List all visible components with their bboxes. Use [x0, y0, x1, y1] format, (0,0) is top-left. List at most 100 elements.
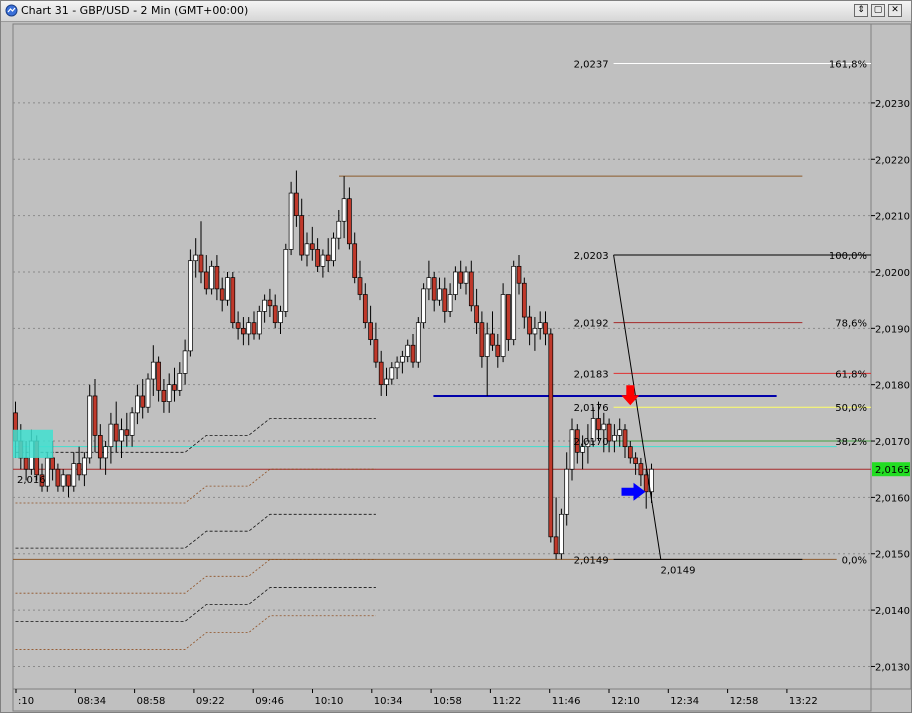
candle-body[interactable] [506, 294, 511, 340]
candle-body[interactable] [283, 249, 289, 312]
candle-body[interactable] [166, 384, 172, 402]
candle-body[interactable] [145, 378, 151, 408]
candle-body[interactable] [384, 378, 389, 386]
candle-body[interactable] [468, 271, 474, 307]
candle-body[interactable] [309, 243, 315, 250]
candle-body[interactable] [267, 299, 273, 307]
candle-body[interactable] [638, 463, 644, 476]
candle-body[interactable] [500, 294, 506, 357]
candle-body[interactable] [437, 288, 442, 301]
candle-body[interactable] [251, 322, 257, 335]
candle-body[interactable] [373, 339, 379, 363]
candle-body[interactable] [410, 344, 416, 363]
maximize-button[interactable]: ▢ [871, 4, 885, 17]
candle-body[interactable] [44, 457, 50, 487]
plot-area[interactable] [12, 23, 872, 690]
candle-body[interactable] [352, 243, 358, 278]
candle-body[interactable] [50, 457, 55, 470]
candle-body[interactable] [389, 367, 395, 380]
candle-body[interactable] [336, 220, 342, 239]
candle-body[interactable] [256, 311, 262, 335]
candle-body[interactable] [320, 254, 326, 267]
candle-body[interactable] [569, 429, 575, 470]
candle-body[interactable] [71, 463, 77, 487]
candle-body[interactable] [400, 356, 405, 363]
candle-body[interactable] [97, 435, 103, 459]
candle-body[interactable] [203, 271, 209, 290]
candle-body[interactable] [553, 536, 559, 555]
candle-body[interactable] [262, 299, 267, 312]
candle-body[interactable] [108, 423, 114, 448]
candle-body[interactable] [415, 322, 421, 363]
candle-body[interactable] [288, 192, 294, 250]
candle-body[interactable] [357, 277, 363, 295]
candle-body[interactable] [230, 277, 236, 324]
candle-body[interactable] [521, 282, 527, 318]
candle-body[interactable] [188, 260, 193, 352]
candle-body[interactable] [596, 418, 601, 431]
candle-body[interactable] [150, 361, 156, 380]
candle-body[interactable] [453, 271, 458, 295]
candle-body[interactable] [325, 254, 331, 262]
candle-body[interactable] [627, 446, 633, 459]
candle-body[interactable] [209, 265, 214, 290]
candle-body[interactable] [140, 395, 146, 408]
candle-body[interactable] [182, 350, 188, 374]
candle-body[interactable] [447, 294, 453, 312]
candle-body[interactable] [315, 249, 320, 267]
candle-body[interactable] [129, 412, 135, 436]
candle-body[interactable] [341, 198, 347, 222]
candle-body[interactable] [362, 294, 368, 324]
candle-body[interactable] [103, 446, 108, 459]
candle-body[interactable] [463, 271, 469, 284]
candle-body[interactable] [76, 463, 82, 476]
candle-body[interactable] [23, 457, 29, 470]
candle-body[interactable] [511, 265, 517, 340]
candle-body[interactable] [527, 316, 532, 335]
candle-body[interactable] [177, 373, 183, 391]
candle-body[interactable] [214, 265, 220, 290]
candle-body[interactable] [421, 288, 426, 324]
candle-body[interactable] [495, 344, 501, 357]
candle-body[interactable] [299, 215, 305, 256]
candle-body[interactable] [156, 361, 161, 391]
candle-body[interactable] [548, 333, 554, 538]
candle-body[interactable] [87, 395, 93, 459]
candle-body[interactable] [92, 395, 98, 436]
restore-button[interactable]: ⇕ [854, 4, 868, 17]
candle-body[interactable] [135, 395, 140, 414]
close-button[interactable]: ✕ [888, 4, 902, 17]
candle-body[interactable] [601, 423, 607, 431]
candle-body[interactable] [124, 429, 130, 436]
candle-body[interactable] [405, 344, 411, 357]
candle-body[interactable] [225, 277, 230, 301]
candle-body[interactable] [394, 361, 400, 369]
candle-body[interactable] [479, 322, 485, 357]
candle-body[interactable] [272, 305, 278, 324]
candle-body[interactable] [347, 198, 352, 245]
candle-body[interactable] [612, 435, 617, 442]
candle-body[interactable] [193, 254, 199, 262]
candle-body[interactable] [617, 429, 623, 436]
candle-body[interactable] [622, 429, 628, 448]
candle-body[interactable] [241, 327, 246, 335]
candle-body[interactable] [113, 423, 119, 442]
candle-body[interactable] [304, 243, 310, 256]
title-bar[interactable]: Chart 31 - GBP/USD - 2 Min (GMT+00:00) ⇕… [1, 1, 911, 22]
candle-body[interactable] [246, 322, 252, 335]
candle-body[interactable] [532, 327, 538, 335]
candle-body[interactable] [60, 474, 66, 487]
candle-body[interactable] [474, 305, 479, 324]
candle-body[interactable] [368, 322, 373, 340]
candle-body[interactable] [484, 333, 490, 357]
candle-body[interactable] [198, 254, 204, 273]
candle-body[interactable] [55, 468, 61, 487]
candle-body[interactable] [235, 322, 241, 329]
candle-body[interactable] [458, 271, 464, 284]
candle-body[interactable] [82, 457, 87, 476]
candle-body[interactable] [442, 288, 448, 312]
candle-body[interactable] [543, 322, 548, 335]
candle-body[interactable] [633, 457, 638, 464]
candle-body[interactable] [426, 277, 432, 290]
candle-body[interactable] [378, 361, 384, 386]
